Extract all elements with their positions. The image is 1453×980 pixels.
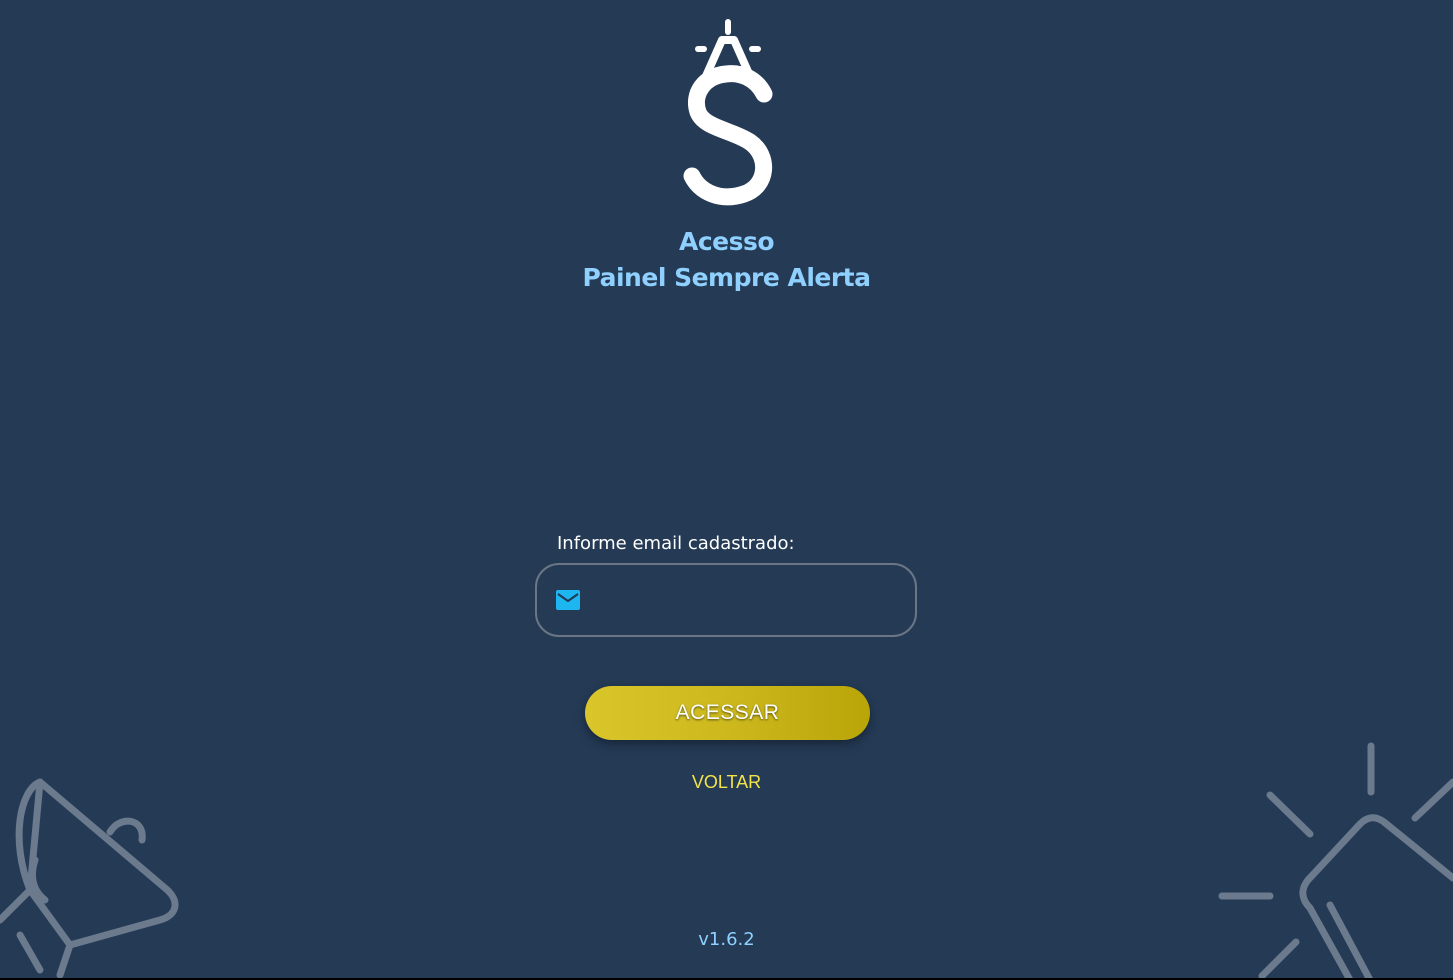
email-field[interactable] <box>535 563 917 637</box>
acessar-button[interactable]: ACESSAR <box>585 686 870 740</box>
email-input[interactable] <box>591 579 895 621</box>
page-subtitle: Painel Sempre Alerta <box>582 263 871 292</box>
email-label: Informe email cadastrado: <box>557 533 795 554</box>
sempre-alerta-logo-icon <box>683 19 773 206</box>
mail-icon <box>556 590 580 610</box>
page-title: Acesso <box>678 227 775 256</box>
siren-light-icon <box>1218 742 1453 978</box>
login-page: Acesso Painel Sempre Alerta Informe emai… <box>0 0 1453 980</box>
megaphone-icon <box>0 778 179 978</box>
